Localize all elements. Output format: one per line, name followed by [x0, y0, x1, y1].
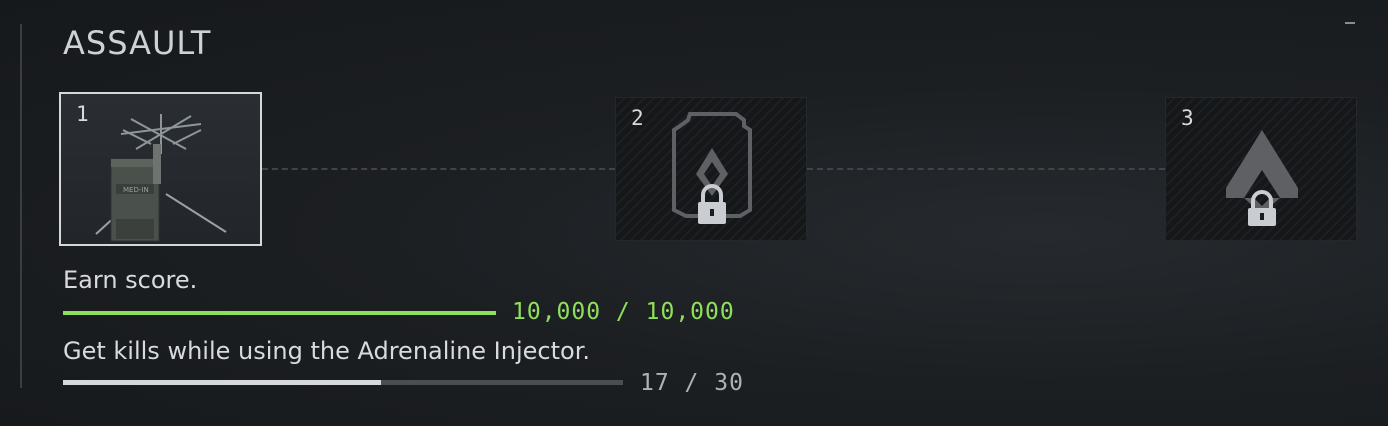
objective-progress-fill	[63, 311, 496, 315]
class-badge-lock-icon	[672, 112, 752, 224]
tier-card-1[interactable]: 1 MED-IN	[59, 92, 262, 246]
objective-progress-bar	[63, 311, 496, 315]
svg-text:MED-IN: MED-IN	[123, 186, 149, 194]
page-title: ASSAULT	[63, 24, 212, 62]
tier-card-2[interactable]: 2	[615, 97, 807, 241]
class-emblem-lock-icon	[1226, 130, 1298, 226]
tier-connector-1	[262, 168, 615, 170]
objective-progress-bar	[63, 380, 623, 385]
adrenaline-injector-item-image: MED-IN	[95, 114, 227, 242]
minimize-button[interactable]	[1345, 22, 1355, 24]
objective-progress-fill	[63, 380, 381, 385]
tier-card-3[interactable]: 3	[1165, 97, 1357, 241]
objective-progress-count: 10,000 / 10,000	[512, 299, 735, 325]
objective-label: Earn score.	[63, 266, 198, 294]
objective-label: Get kills while using the Adrenaline Inj…	[63, 337, 590, 365]
panel-left-rule	[20, 24, 22, 388]
tier-connector-2	[807, 168, 1165, 170]
objective-progress-count: 17 / 30	[640, 370, 744, 396]
